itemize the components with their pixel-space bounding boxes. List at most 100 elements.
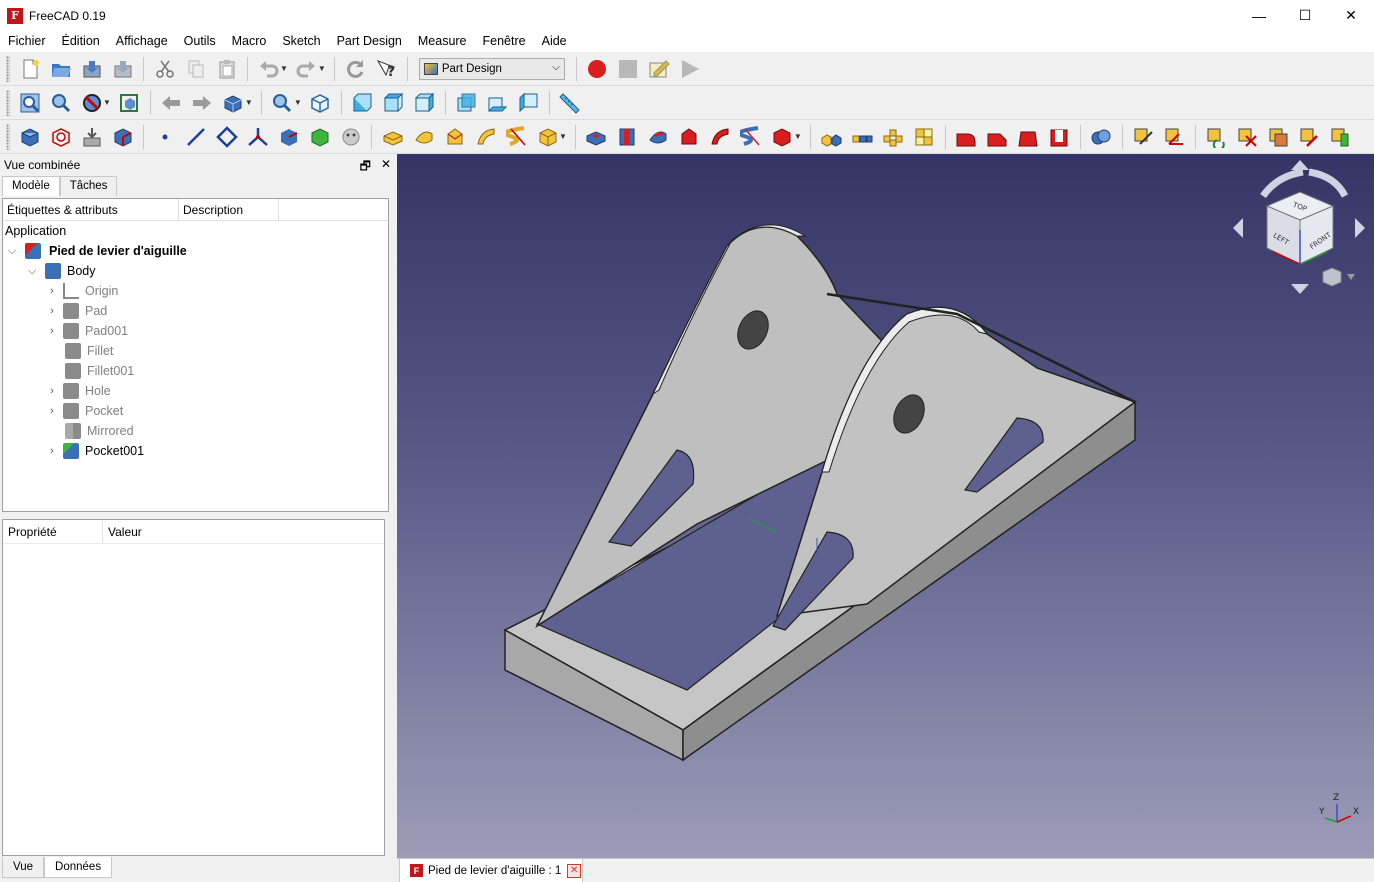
sync-view-icon[interactable]	[220, 90, 246, 116]
subtractive-primitive-icon[interactable]	[769, 124, 795, 150]
subtractive-loft-icon[interactable]	[676, 124, 702, 150]
chevron-right-icon[interactable]: ›	[45, 445, 59, 457]
additive-pipe-icon[interactable]	[473, 124, 499, 150]
tree-item-feature[interactable]: › Hole	[3, 381, 388, 401]
measure-distance-icon[interactable]	[557, 90, 583, 116]
tab-modele[interactable]: Modèle	[2, 176, 60, 196]
tab-vue[interactable]: Vue	[2, 857, 45, 878]
navigation-cube[interactable]: TOP LEFT FRONT	[1233, 160, 1365, 294]
nav-arrow-left-icon[interactable]	[1233, 218, 1243, 238]
clone-icon[interactable]	[110, 124, 136, 150]
view-isometric-icon[interactable]	[307, 90, 333, 116]
view-right-icon[interactable]	[411, 90, 437, 116]
chevron-down-icon[interactable]: ⌵	[5, 245, 19, 258]
tree-item-feature[interactable]: Fillet001	[3, 361, 388, 381]
chevron-right-icon[interactable]: ›	[45, 405, 59, 417]
chamfer-icon[interactable]	[984, 124, 1010, 150]
clone-body-icon[interactable]	[338, 124, 364, 150]
menu-aide[interactable]: Aide	[534, 31, 575, 52]
additive-helix-icon[interactable]	[504, 124, 530, 150]
open-icon[interactable]	[48, 56, 74, 82]
nav-arrow-rotate-right-icon[interactable]	[1308, 168, 1349, 198]
tab-taches[interactable]: Tâches	[59, 176, 118, 196]
nav-arrow-rotate-left-icon[interactable]	[1260, 168, 1304, 199]
subtractive-helix-icon[interactable]	[738, 124, 764, 150]
measure-refresh-icon[interactable]	[1203, 124, 1229, 150]
draft-icon[interactable]	[1015, 124, 1041, 150]
measure-toggle-3d-icon[interactable]	[1296, 124, 1322, 150]
boolean-icon[interactable]	[1088, 124, 1114, 150]
subtractive-pipe-icon[interactable]	[707, 124, 733, 150]
workbench-selector[interactable]: Part Design ⌵	[418, 57, 565, 80]
view-top-icon[interactable]	[380, 90, 406, 116]
menu-measure[interactable]: Measure	[410, 31, 475, 52]
3d-model-render[interactable]: TOP LEFT FRONT Z X Y	[397, 154, 1374, 858]
menu-affichage[interactable]: Affichage	[108, 31, 176, 52]
float-panel-icon[interactable]: 🗗	[360, 157, 371, 178]
new-document-icon[interactable]	[17, 56, 43, 82]
whats-this-icon[interactable]: ?	[373, 56, 399, 82]
menu-outils[interactable]: Outils	[176, 31, 224, 52]
redo-icon[interactable]	[293, 56, 319, 82]
property-header-name[interactable]: Propriété	[3, 520, 103, 543]
chevron-right-icon[interactable]: ›	[45, 385, 59, 397]
tree-item-feature[interactable]: › Pad	[3, 301, 388, 321]
datum-point-icon[interactable]	[152, 124, 178, 150]
datum-plane-icon[interactable]	[214, 124, 240, 150]
validate-sketch-icon[interactable]	[79, 124, 105, 150]
local-cs-icon[interactable]	[245, 124, 271, 150]
chevron-right-icon[interactable]: ›	[45, 285, 59, 297]
menu-part-design[interactable]: Part Design	[329, 31, 410, 52]
view-bottom-icon[interactable]	[484, 90, 510, 116]
tree-item-feature[interactable]: › Pad001	[3, 321, 388, 341]
tab-donnees[interactable]: Données	[44, 857, 113, 878]
bounding-box-icon[interactable]	[116, 90, 142, 116]
measure-toggle-all-icon[interactable]	[1265, 124, 1291, 150]
measure-clear-icon[interactable]	[1234, 124, 1260, 150]
close-tab-icon[interactable]: ✕	[567, 863, 582, 878]
cut-icon[interactable]	[152, 56, 178, 82]
nav-menu-dropdown-icon[interactable]	[1347, 274, 1355, 280]
tree-header-description[interactable]: Description	[179, 199, 279, 220]
macro-run-icon[interactable]	[677, 56, 703, 82]
menu-edition[interactable]: Édition	[54, 31, 108, 52]
property-header-value[interactable]: Valeur	[103, 520, 142, 543]
undo-icon[interactable]	[256, 56, 282, 82]
pocket-icon[interactable]	[583, 124, 609, 150]
macro-record-icon[interactable]	[584, 56, 610, 82]
groove-icon[interactable]	[645, 124, 671, 150]
measure-toggle-delta-icon[interactable]	[1327, 124, 1353, 150]
chevron-right-icon[interactable]: ›	[45, 325, 59, 337]
forward-icon[interactable]	[189, 90, 215, 116]
nav-arrow-right-icon[interactable]	[1355, 218, 1365, 238]
pad-icon[interactable]	[380, 124, 406, 150]
macro-stop-icon[interactable]	[615, 56, 641, 82]
fit-all-icon[interactable]	[17, 90, 43, 116]
datum-line-icon[interactable]	[183, 124, 209, 150]
create-sketch-icon[interactable]	[48, 124, 74, 150]
revolution-icon[interactable]	[411, 124, 437, 150]
copy-icon[interactable]	[183, 56, 209, 82]
close-button[interactable]: ✕	[1328, 0, 1374, 31]
fit-selection-icon[interactable]	[48, 90, 74, 116]
3d-viewport[interactable]: TOP LEFT FRONT Z X Y	[397, 154, 1374, 858]
macro-edit-icon[interactable]	[646, 56, 672, 82]
tree-item-body[interactable]: ⌵ Body	[3, 261, 388, 281]
subshape-binder-icon[interactable]	[307, 124, 333, 150]
hole-icon[interactable]	[614, 124, 640, 150]
thickness-icon[interactable]	[1046, 124, 1072, 150]
tree-item-document[interactable]: ⌵ Pied de levier d'aiguille	[3, 241, 388, 261]
back-icon[interactable]	[158, 90, 184, 116]
toolbar-handle[interactable]	[6, 89, 10, 116]
nav-mini-cube-icon[interactable]	[1322, 267, 1342, 287]
model-tree[interactable]: Étiquettes & attributs Description Appli…	[2, 198, 389, 512]
save-icon[interactable]	[79, 56, 105, 82]
tree-item-feature[interactable]: Mirrored	[3, 421, 388, 441]
mirrored-icon[interactable]	[818, 124, 844, 150]
maximize-button[interactable]: ☐	[1282, 0, 1328, 31]
property-panel[interactable]: Propriété Valeur	[2, 519, 385, 856]
document-tab[interactable]: F Pied de levier d'aiguille : 1 ✕	[399, 859, 583, 882]
nav-arrow-down-icon[interactable]	[1291, 284, 1309, 294]
additive-primitive-icon[interactable]	[535, 124, 561, 150]
menu-sketch[interactable]: Sketch	[274, 31, 328, 52]
